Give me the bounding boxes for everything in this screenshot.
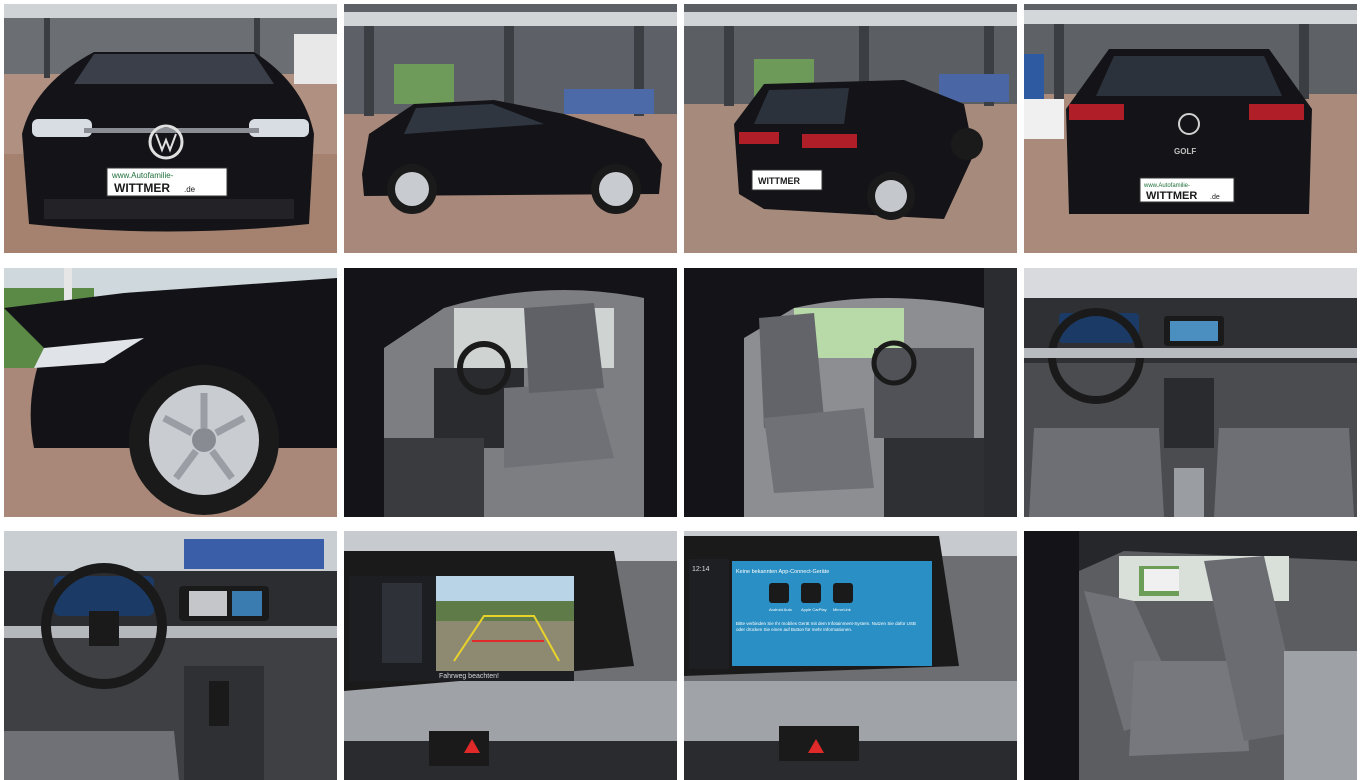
photo-app-connect-screen[interactable]: 12:14 Keine bekannten App-Connect-Geräte… <box>684 531 1017 780</box>
photo-rear-seats[interactable] <box>1024 531 1357 780</box>
screen-message: Bitte verbinden Sie Ihr mobiles Gerät mi… <box>736 621 916 632</box>
screen-app1: Android Auto <box>769 607 793 612</box>
screen-app3: MirrorLink <box>833 607 851 612</box>
rear-exterior-image: GOLF www.Autofamilie- WITTMER .de <box>1024 4 1357 253</box>
rear-golf-badge: GOLF <box>1174 147 1196 156</box>
app-connect-image: 12:14 Keine bekannten App-Connect-Geräte… <box>684 531 1017 780</box>
rear-camera-image: Fahrweg beachten! <box>344 531 677 780</box>
screen-title: Keine bekannten App-Connect-Geräte <box>736 569 829 575</box>
front-plate-suffix: .de <box>184 185 196 194</box>
rear-plate-suffix: .de <box>1210 194 1220 201</box>
photo-front-exterior[interactable]: www.Autofamilie- WITTMER .de <box>4 4 337 253</box>
front-exterior-image: www.Autofamilie- WITTMER .de <box>4 4 337 253</box>
front-plate-line1: www.Autofamilie- <box>111 171 174 180</box>
photo-rear-three-quarter[interactable]: WITTMER <box>684 4 1017 253</box>
passenger-door-image <box>684 268 1017 517</box>
rear34-plate: WITTMER <box>758 176 800 186</box>
rear-plate-line1: www.Autofamilie- <box>1143 183 1190 189</box>
cockpit-image <box>4 531 337 780</box>
photo-rear-camera-screen[interactable]: Fahrweg beachten! <box>344 531 677 780</box>
photo-rear-exterior[interactable]: GOLF www.Autofamilie- WITTMER .de <box>1024 4 1357 253</box>
photo-passenger-door-open[interactable] <box>684 268 1017 517</box>
photo-front-wheel[interactable] <box>4 268 337 517</box>
photo-cockpit[interactable] <box>4 531 337 780</box>
rear-plate-line2: WITTMER <box>1146 190 1197 202</box>
side-profile-image <box>344 4 677 253</box>
photo-dashboard-front-seats[interactable] <box>1024 268 1357 517</box>
rear-seats-image <box>1024 531 1357 780</box>
photo-side-profile[interactable] <box>344 4 677 253</box>
photo-driver-door-open[interactable] <box>344 268 677 517</box>
screen-app2: Apple CarPlay <box>801 607 827 612</box>
front-wheel-image <box>4 268 337 517</box>
photo-gallery: www.Autofamilie- WITTMER .de WITTMER GOL… <box>0 0 1365 780</box>
driver-door-image <box>344 268 677 517</box>
dashboard-image <box>1024 268 1357 517</box>
screen-time: 12:14 <box>692 566 710 573</box>
rear-three-quarter-image: WITTMER <box>684 4 1017 253</box>
camera-caption: Fahrweg beachten! <box>439 673 499 680</box>
front-plate-line2: WITTMER <box>114 181 170 195</box>
